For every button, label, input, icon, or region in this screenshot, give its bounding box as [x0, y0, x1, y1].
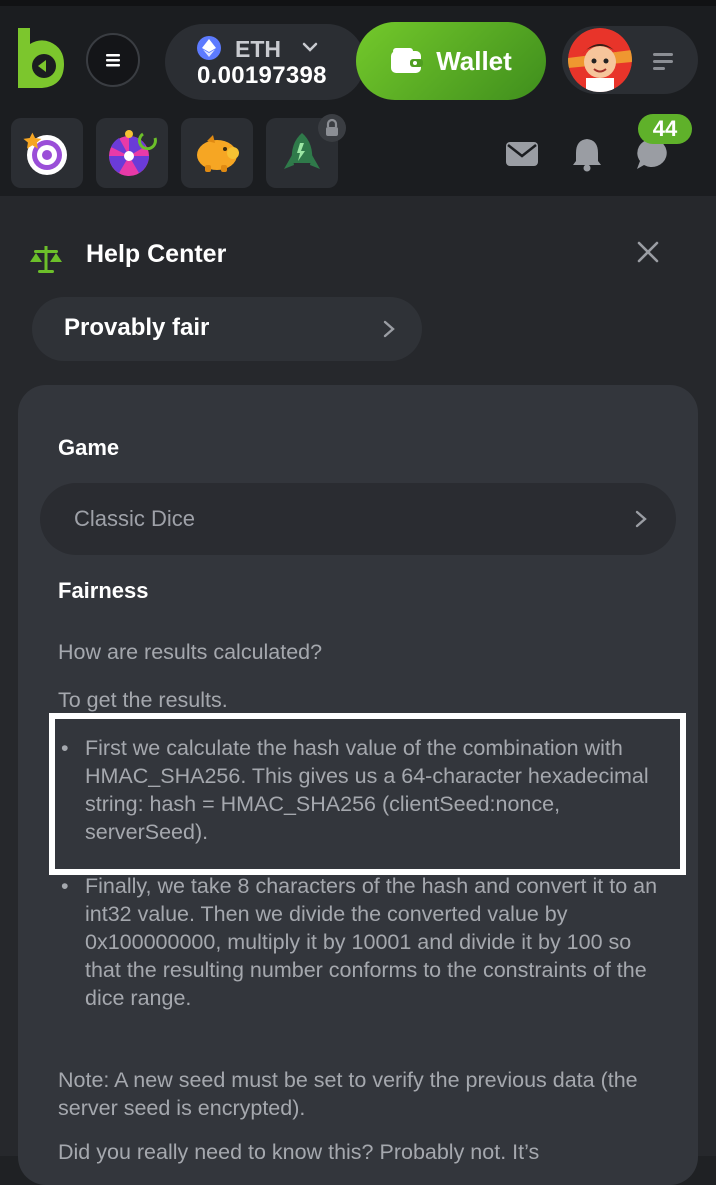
wheel-icon: [109, 130, 157, 176]
wallet-button[interactable]: Wallet: [356, 22, 546, 100]
avatar[interactable]: [568, 28, 632, 92]
top-header: ETH 0.00197398 Wallet: [0, 6, 716, 108]
balance-amount: 0.00197398: [197, 62, 327, 89]
lock-icon: [318, 114, 346, 142]
wallet-icon: [391, 48, 424, 73]
quick-access-bar: [0, 108, 716, 196]
spin-icon: [23, 132, 67, 175]
chevron-down-icon: [302, 42, 318, 52]
seed-note: Note: A new seed must be set to verify t…: [58, 1068, 638, 1120]
eth-icon: [197, 36, 221, 60]
chevron-right-icon: [383, 320, 395, 338]
list-icon: [653, 53, 673, 70]
scales-icon: [30, 246, 62, 273]
profile-menu[interactable]: [562, 26, 698, 94]
provably-fair-dropdown[interactable]: Provably fair: [32, 297, 422, 361]
close-icon[interactable]: [636, 240, 660, 264]
game-select[interactable]: Classic Dice: [40, 483, 676, 555]
highlight-box: [49, 713, 686, 875]
menu-button[interactable]: [86, 33, 140, 87]
help-center-title: Help Center: [86, 240, 227, 268]
list-item: Finally, we take 8 characters of the has…: [58, 872, 658, 1012]
chevron-right-icon: [635, 510, 647, 528]
chat-unread-badge: 44: [638, 114, 692, 144]
steps-list-continued: Finally, we take 8 characters of the has…: [58, 872, 658, 1012]
section-label: Provably fair: [64, 314, 210, 341]
fairness-heading: Fairness: [58, 578, 149, 603]
menu-icon: [106, 54, 120, 67]
fairness-intro: To get the results.: [58, 688, 228, 712]
piggy-bank-icon: [197, 135, 239, 172]
spin-button[interactable]: [11, 118, 83, 188]
game-label: Game: [58, 435, 120, 460]
mail-icon[interactable]: [504, 136, 540, 172]
currency-label: ETH: [235, 36, 281, 62]
fairness-question: How are results calculated?: [58, 640, 323, 664]
piggy-bank-button[interactable]: [181, 118, 253, 188]
wallet-label: Wallet: [436, 45, 512, 76]
game-select-value: Classic Dice: [74, 506, 196, 531]
logo-icon[interactable]: [14, 26, 66, 90]
rocket-icon: [284, 133, 320, 169]
balance-selector[interactable]: ETH 0.00197398: [165, 24, 365, 100]
lucky-wheel-button[interactable]: [96, 118, 168, 188]
bell-icon[interactable]: [569, 136, 605, 172]
outro-text: Did you really need to know this? Probab…: [58, 1140, 540, 1164]
